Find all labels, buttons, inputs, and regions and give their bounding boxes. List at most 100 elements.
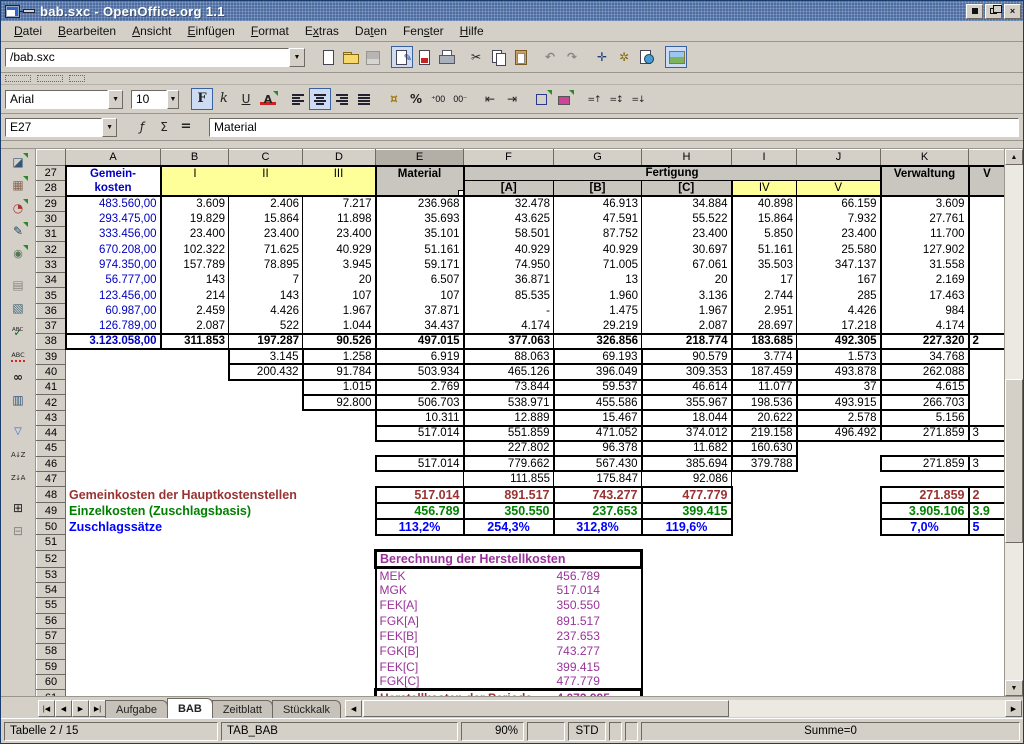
- cell-I38[interactable]: 183.685: [732, 334, 797, 349]
- cell-G56[interactable]: 891.517: [554, 613, 642, 628]
- cell-I31[interactable]: 5.850: [732, 227, 797, 242]
- cell-D56[interactable]: [303, 613, 376, 628]
- cell-E60[interactable]: FGK[C]: [376, 674, 464, 690]
- cell-A29[interactable]: 483.560,00: [66, 196, 161, 211]
- cell-G51[interactable]: [554, 535, 642, 550]
- cell-E49[interactable]: 456.789: [376, 503, 464, 519]
- stylist-icon[interactable]: [613, 46, 635, 68]
- cell-G60[interactable]: 477.779: [554, 674, 642, 690]
- gallery-icon[interactable]: [665, 46, 687, 68]
- cell-C52[interactable]: [229, 550, 303, 567]
- cell-G55[interactable]: 350.550: [554, 598, 642, 613]
- cell-L51[interactable]: [969, 535, 1005, 550]
- column-header-D[interactable]: D: [303, 150, 376, 166]
- row-header-56[interactable]: 56: [37, 613, 66, 628]
- cell-J50[interactable]: [797, 519, 881, 535]
- cell-D55[interactable]: [303, 598, 376, 613]
- cell-G43[interactable]: 15.467: [554, 410, 642, 425]
- cell-G40[interactable]: 396.049: [554, 364, 642, 379]
- export-pdf-icon[interactable]: [413, 46, 435, 68]
- cell-B42[interactable]: [161, 395, 229, 410]
- cell-E40[interactable]: 503.934: [376, 364, 464, 379]
- cell-D46[interactable]: [303, 456, 376, 471]
- cell-G39[interactable]: 69.193: [554, 349, 642, 364]
- cell-F33[interactable]: 74.950: [464, 257, 554, 272]
- cell-J41[interactable]: 37: [797, 380, 881, 395]
- cell-E51[interactable]: [376, 535, 464, 550]
- new-document-icon[interactable]: [317, 46, 339, 68]
- cell-E46[interactable]: 517.014: [376, 456, 464, 471]
- cell-E36[interactable]: 37.871: [376, 303, 464, 318]
- cell-I44[interactable]: 219.158: [732, 426, 797, 441]
- cell-D31[interactable]: 23.400: [303, 227, 376, 242]
- font-name-combobox[interactable]: ▼: [5, 90, 123, 109]
- cell-K58[interactable]: [881, 644, 969, 659]
- scroll-down-icon[interactable]: ▼: [1005, 680, 1023, 696]
- italic-icon[interactable]: [213, 88, 235, 110]
- row-header-43[interactable]: 43: [37, 410, 66, 425]
- cell-A44[interactable]: [66, 426, 161, 441]
- cell-D29[interactable]: 7.217: [303, 196, 376, 211]
- add-decimal-icon[interactable]: [427, 88, 449, 110]
- cell-F59[interactable]: [464, 659, 554, 674]
- menu-extras[interactable]: Extras: [298, 22, 346, 40]
- cell-K42[interactable]: 266.703: [881, 395, 969, 410]
- cell-J55[interactable]: [797, 598, 881, 613]
- function-wizard-icon[interactable]: [131, 116, 153, 138]
- cell-A33[interactable]: 974.350,00: [66, 257, 161, 272]
- cell-F54[interactable]: [464, 583, 554, 598]
- cell-I51[interactable]: [732, 535, 797, 550]
- sum-icon[interactable]: [153, 116, 175, 138]
- cell-K47[interactable]: [881, 471, 969, 486]
- cell-B35[interactable]: 214: [161, 288, 229, 303]
- cell-C40[interactable]: 200.432: [229, 364, 303, 379]
- cell-F36[interactable]: -: [464, 303, 554, 318]
- cell-F29[interactable]: 32.478: [464, 196, 554, 211]
- row-header-54[interactable]: 54: [37, 583, 66, 598]
- cell-G32[interactable]: 40.929: [554, 242, 642, 257]
- auto-spellcheck-icon[interactable]: [7, 343, 29, 365]
- sheet-tab-aufgabe[interactable]: Aufgabe: [105, 700, 168, 718]
- cell-L36[interactable]: [969, 303, 1005, 318]
- cell-K54[interactable]: [881, 583, 969, 598]
- column-header-F[interactable]: F: [464, 150, 554, 166]
- cell-E47[interactable]: [376, 471, 464, 486]
- row-header-48[interactable]: 48: [37, 487, 66, 503]
- cell-G58[interactable]: 743.277: [554, 644, 642, 659]
- cell-C47[interactable]: [229, 471, 303, 486]
- cell-F45[interactable]: 227.802: [464, 441, 554, 456]
- cell-H55[interactable]: [642, 598, 732, 613]
- cell-B60[interactable]: [161, 674, 229, 690]
- cell-A52[interactable]: [66, 550, 161, 567]
- cell-H29[interactable]: 34.884: [642, 196, 732, 211]
- cell-H49[interactable]: 399.415: [642, 503, 732, 519]
- cell-J49[interactable]: [797, 503, 881, 519]
- cell-H44[interactable]: 374.012: [642, 426, 732, 441]
- cell-G50[interactable]: 312,8%: [554, 519, 642, 535]
- cell-G28[interactable]: [B]: [554, 181, 642, 196]
- cell-G34[interactable]: 13: [554, 273, 642, 288]
- cell-A58[interactable]: [66, 644, 161, 659]
- cell-F48[interactable]: 891.517: [464, 487, 554, 503]
- data-sources-icon[interactable]: [7, 389, 29, 411]
- cell-A37[interactable]: 126.789,00: [66, 318, 161, 333]
- cell-J52[interactable]: [797, 550, 881, 567]
- row-header-37[interactable]: 37: [37, 318, 66, 333]
- cell-I33[interactable]: 35.503: [732, 257, 797, 272]
- cell-G38[interactable]: 326.856: [554, 334, 642, 349]
- cell-D57[interactable]: [303, 628, 376, 643]
- row-header-47[interactable]: 47: [37, 471, 66, 486]
- align-center-icon[interactable]: [309, 88, 331, 110]
- cell-G41[interactable]: 59.537: [554, 380, 642, 395]
- cell-C54[interactable]: [229, 583, 303, 598]
- cell-I37[interactable]: 28.697: [732, 318, 797, 333]
- cell-L37[interactable]: [969, 318, 1005, 333]
- cell-K39[interactable]: 34.768: [881, 349, 969, 364]
- cell-L40[interactable]: [969, 364, 1005, 379]
- restore-button[interactable]: [985, 4, 1002, 19]
- group-icon[interactable]: [7, 497, 29, 519]
- cell-A40[interactable]: [66, 364, 161, 379]
- sheet-tab-zeitblatt[interactable]: Zeitblatt: [212, 700, 273, 718]
- row-header-49[interactable]: 49: [37, 503, 66, 519]
- cell-D34[interactable]: 20: [303, 273, 376, 288]
